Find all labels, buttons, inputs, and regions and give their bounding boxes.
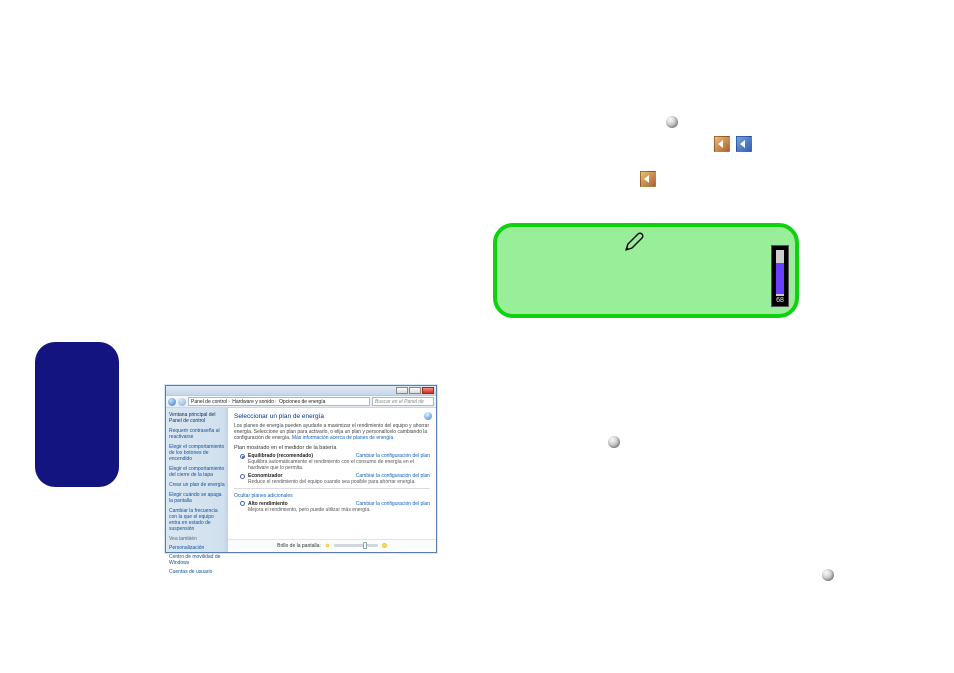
see-also-link[interactable]: Cuentas de usuario — [169, 569, 225, 575]
sphere-icon — [608, 436, 620, 448]
change-plan-link[interactable]: Cambiar la configuración del plan — [356, 473, 430, 479]
brightness-slider[interactable] — [334, 544, 378, 547]
section-heading: Plan mostrado en el medidor de la baterí… — [234, 445, 430, 451]
page-description: Los planes de energía pueden ayudarle a … — [234, 423, 430, 441]
brightness-row: Brillo de la pantalla: — [228, 539, 436, 549]
nav-forward-icon[interactable] — [178, 398, 186, 406]
content-pane: ? Seleccionar un plan de energía Los pla… — [228, 408, 436, 552]
plan-subtitle: Reduce el rendimiento del equipo cuando … — [248, 480, 430, 486]
sound-settings-icon[interactable] — [736, 136, 752, 152]
plan-title: Equilibrado (recomendado) — [248, 453, 313, 459]
nav-back-icon[interactable] — [168, 398, 176, 406]
see-also-link[interactable]: Centro de movilidad de Windows — [169, 554, 225, 566]
sphere-icon — [822, 569, 834, 581]
brightness-thumb[interactable] — [363, 542, 367, 549]
blue-block — [35, 342, 119, 487]
sidebar-link[interactable]: Elegir el comportamiento del cierre de l… — [169, 466, 225, 478]
power-plan-row[interactable]: Equilibrado (recomendado) Cambiar la con… — [240, 453, 430, 459]
plan-subtitle: Equilibra automáticamente el rendimiento… — [248, 460, 430, 471]
address-bar: Panel de control› Hardware y sonido› Opc… — [166, 396, 436, 408]
sidebar-link[interactable]: Cambiar la frecuencia con la que el equi… — [169, 508, 225, 532]
breadcrumb-part[interactable]: Opciones de energía — [279, 399, 325, 405]
power-plan-row[interactable]: Economizador Cambiar la configuración de… — [240, 473, 430, 479]
brightness-low-icon — [326, 544, 330, 548]
brightness-high-icon — [382, 543, 387, 548]
window-titlebar[interactable] — [166, 386, 436, 396]
sidebar-link[interactable]: Requerir contraseña al reactivarse — [169, 428, 225, 440]
change-plan-link[interactable]: Cambiar la configuración del plan — [356, 501, 430, 507]
breadcrumb[interactable]: Panel de control› Hardware y sonido› Opc… — [188, 397, 370, 406]
radio-icon[interactable] — [240, 454, 245, 459]
more-info-link[interactable]: Más información acerca de planes de ener… — [292, 435, 393, 441]
window-close-button[interactable] — [422, 387, 434, 394]
sidebar-link[interactable]: Elegir el comportamiento de los botones … — [169, 444, 225, 462]
change-plan-link[interactable]: Cambiar la configuración del plan — [356, 453, 430, 459]
radio-icon[interactable] — [240, 474, 245, 479]
plan-subtitle: Mejora el rendimiento, pero puede utiliz… — [248, 508, 430, 514]
radio-icon[interactable] — [240, 501, 245, 506]
see-also-link[interactable]: Personalización — [169, 545, 225, 551]
speaker-icon[interactable] — [714, 136, 730, 152]
plan-title: Economizador — [248, 473, 282, 479]
sidebar-link[interactable]: Elegir cuándo se apaga la pantalla — [169, 492, 225, 504]
see-also-heading: Vea también — [169, 536, 225, 542]
sidebar-home-link[interactable]: Ventana principal del Panel de control — [169, 412, 225, 424]
power-options-window: Panel de control› Hardware y sonido› Opc… — [165, 385, 437, 553]
speaker-icon[interactable] — [640, 171, 656, 187]
volume-value-label: 68 — [772, 296, 788, 306]
extra-plans-toggle[interactable]: Ocultar planes adicionales — [234, 493, 430, 499]
breadcrumb-part[interactable]: Panel de control — [191, 399, 227, 405]
volume-slider[interactable]: 68 — [771, 245, 789, 307]
breadcrumb-part[interactable]: Hardware y sonido — [232, 399, 274, 405]
sidebar-link[interactable]: Crear un plan de energía — [169, 482, 225, 488]
power-plan-row[interactable]: Alto rendimiento Cambiar la configuració… — [240, 501, 430, 507]
sphere-icon — [666, 116, 678, 128]
help-icon[interactable]: ? — [424, 412, 432, 420]
window-maximize-button[interactable] — [409, 387, 421, 394]
volume-fill — [776, 263, 784, 294]
page-title: Seleccionar un plan de energía — [234, 413, 430, 420]
green-panel: 68 — [493, 223, 799, 318]
window-minimize-button[interactable] — [396, 387, 408, 394]
plan-title: Alto rendimiento — [248, 501, 288, 507]
divider — [234, 488, 430, 489]
search-input[interactable]: Buscar en el Panel de control — [372, 397, 434, 406]
pen-icon[interactable] — [624, 232, 644, 252]
brightness-label: Brillo de la pantalla: — [277, 543, 321, 549]
sidebar: Ventana principal del Panel de control R… — [166, 408, 228, 552]
